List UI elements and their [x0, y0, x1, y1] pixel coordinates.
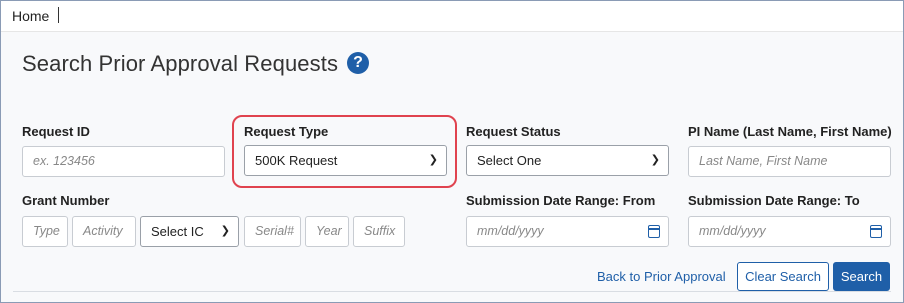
- page-frame: Home Search Prior Approval Requests ? Re…: [0, 0, 904, 303]
- grant-activity-input[interactable]: Activity: [72, 216, 136, 247]
- chevron-down-icon: ❯: [220, 225, 230, 237]
- request-status-label: Request Status: [466, 124, 561, 139]
- grant-ic-select[interactable]: Select IC ❯: [140, 216, 239, 247]
- grant-serial-input[interactable]: Serial#: [244, 216, 301, 247]
- date-from-input[interactable]: mm/dd/yyyy: [466, 216, 669, 247]
- request-id-input[interactable]: ex. 123456: [22, 146, 225, 177]
- breadcrumb-separator: [58, 7, 59, 23]
- chevron-down-icon: ❯: [650, 154, 660, 166]
- request-status-select[interactable]: Select One ❯: [466, 145, 669, 176]
- pi-name-input[interactable]: Last Name, First Name: [688, 146, 891, 177]
- pi-name-label: PI Name (Last Name, First Name): [688, 124, 892, 139]
- help-icon[interactable]: ?: [347, 52, 369, 74]
- grant-suffix-input[interactable]: Suffix: [353, 216, 405, 247]
- page-title: Search Prior Approval Requests: [22, 51, 339, 76]
- grant-ic-value: Select IC: [151, 224, 204, 239]
- search-button[interactable]: Search: [833, 262, 890, 291]
- grant-number-label: Grant Number: [22, 193, 110, 208]
- grant-year-input[interactable]: Year: [305, 216, 349, 247]
- divider: [13, 291, 891, 292]
- request-type-highlight: [232, 115, 457, 188]
- grant-type-input[interactable]: Type: [22, 216, 68, 247]
- request-id-label: Request ID: [22, 124, 90, 139]
- request-status-value: Select One: [477, 153, 542, 168]
- date-to-placeholder: mm/dd/yyyy: [699, 224, 766, 238]
- calendar-icon[interactable]: [648, 225, 660, 238]
- calendar-icon[interactable]: [870, 225, 882, 238]
- clear-search-button[interactable]: Clear Search: [737, 262, 829, 291]
- date-to-label: Submission Date Range: To: [688, 193, 860, 208]
- back-to-prior-approval-link[interactable]: Back to Prior Approval: [597, 269, 726, 284]
- date-to-input[interactable]: mm/dd/yyyy: [688, 216, 891, 247]
- date-from-label: Submission Date Range: From: [466, 193, 656, 208]
- date-from-placeholder: mm/dd/yyyy: [477, 224, 544, 238]
- breadcrumb-home[interactable]: Home: [12, 8, 49, 24]
- breadcrumb: Home: [1, 1, 903, 32]
- search-panel: Search Prior Approval Requests ? Request…: [1, 32, 903, 302]
